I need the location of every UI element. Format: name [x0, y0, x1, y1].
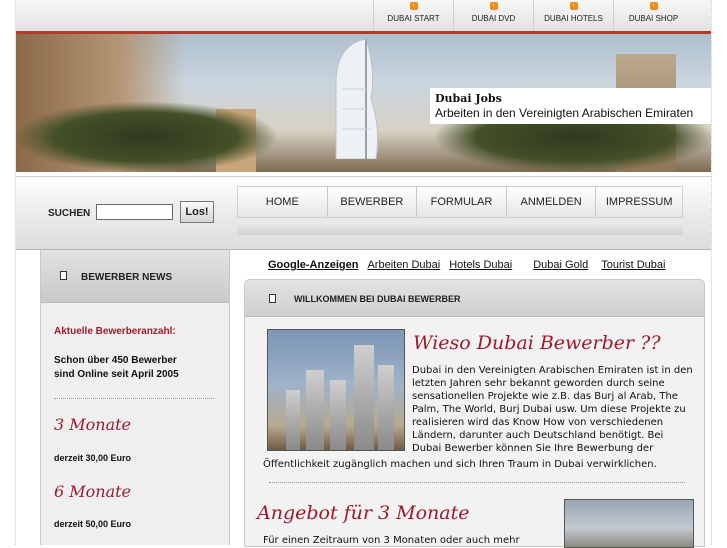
header-caption: Dubai Jobs Arbeiten in den Vereinigten A…	[430, 88, 711, 124]
main-nav: HOME BEWERBER FORMULAR ANMELDEN IMPRESSU…	[237, 186, 683, 218]
offer-text: Für einen Zeitraum von 3 Monaten oder au…	[263, 535, 520, 546]
ad-link-hotels-dubai[interactable]: Hotels Dubai	[449, 259, 512, 271]
ad-link-arbeiten-dubai[interactable]: Arbeiten Dubai	[367, 259, 440, 271]
body-text-line: sensationellen Projekte wie z.B. das Bur…	[412, 391, 678, 402]
top-nav-dubai-hotels[interactable]: › DUBAI HOTELS	[533, 0, 613, 31]
top-bar: › DUBAI START › DUBAI DVD › DUBAI HOTELS…	[16, 0, 711, 34]
dubai-skyline-image	[267, 329, 405, 451]
body-text-line: Öffentlichkeit zugänglich machen und sic…	[263, 459, 657, 470]
burj-al-arab-image	[335, 39, 379, 159]
content-title: WILLKOMMEN BEI DUBAI BEWERBER	[294, 294, 461, 304]
applicant-count-heading: Aktuelle Bewerberanzahl:	[54, 326, 176, 337]
arrow-icon: ›	[409, 2, 418, 10]
nav-anmelden[interactable]: ANMELDEN	[507, 187, 597, 217]
divider	[269, 482, 685, 483]
offer-6-months-price: derzeit 50,00 Euro	[54, 519, 132, 529]
top-nav-label: DUBAI DVD	[471, 14, 516, 23]
site-title: Dubai Jobs	[435, 92, 502, 105]
offer-heading: Angebot für 3 Monate	[257, 502, 470, 524]
arrow-icon: ›	[489, 2, 498, 10]
content-box: WILLKOMMEN BEI DUBAI BEWERBER Wieso Duba…	[244, 279, 705, 548]
applicant-count-line1: Schon über 450 Bewerber	[54, 355, 177, 366]
section-heading: Wieso Dubai Bewerber ??	[413, 332, 661, 354]
top-nav: › DUBAI START › DUBAI DVD › DUBAI HOTELS…	[373, 0, 693, 31]
offer-3-months-price: derzeit 30,00 Euro	[54, 453, 132, 463]
header-banner: Dubai Jobs Arbeiten in den Vereinigten A…	[16, 34, 711, 172]
document-icon	[269, 294, 276, 303]
search-button[interactable]: Los!	[180, 201, 214, 223]
nav-home[interactable]: HOME	[238, 187, 328, 217]
site-subtitle: Arbeiten in den Vereinigten Arabischen E…	[435, 106, 694, 120]
top-nav-label: DUBAI SHOP	[628, 14, 679, 23]
document-icon	[60, 271, 67, 280]
offer-3-months-title: 3 Monate	[54, 415, 132, 434]
body-text-line: Ländern, darunter auch Deutschland benöt…	[412, 430, 664, 441]
ad-link-dubai-gold[interactable]: Dubai Gold	[533, 259, 588, 271]
body-text-line: Dubai in den Vereinigten Arabischen Emir…	[412, 365, 693, 376]
nav-impressum[interactable]: IMPRESSUM	[596, 187, 682, 217]
sidebar-title: BEWERBER NEWS	[81, 272, 173, 283]
nav-formular[interactable]: FORMULAR	[417, 187, 507, 217]
applicant-count-line2: sind Online seit April 2005	[54, 369, 179, 380]
divider	[54, 398, 214, 399]
top-nav-label: DUBAI HOTELS	[544, 14, 603, 23]
page: › DUBAI START › DUBAI DVD › DUBAI HOTELS…	[16, 0, 711, 548]
ads-bar: Google-Anzeigen Arbeiten Dubai Hotels Du…	[268, 259, 665, 271]
top-nav-dubai-shop[interactable]: › DUBAI SHOP	[613, 0, 693, 31]
palm-trees-image	[16, 102, 276, 172]
body-text-line: Dubai Bewerber können Sie Ihre Bewerbung…	[412, 443, 654, 454]
page-margin-left	[0, 0, 16, 545]
nav-bewerber[interactable]: BEWERBER	[328, 187, 418, 217]
arrow-icon: ›	[569, 2, 578, 10]
search-input[interactable]	[96, 204, 173, 220]
top-nav-dubai-dvd[interactable]: › DUBAI DVD	[453, 0, 533, 31]
body-text-line: realisieren wird das Know How von versch…	[412, 417, 664, 428]
arrow-icon: ›	[649, 2, 658, 10]
nav-subbar	[237, 222, 683, 235]
offer-6-months-title: 6 Monate	[54, 482, 132, 501]
page-margin-right	[711, 0, 727, 545]
ads-label-link[interactable]: Google-Anzeigen	[268, 259, 358, 271]
ad-link-tourist-dubai[interactable]: Tourist Dubai	[601, 259, 665, 271]
search-label: SUCHEN	[48, 208, 91, 219]
body-text-line: letzten Jahren sehr bekannt geworden dur…	[412, 378, 665, 389]
offer-image	[564, 499, 694, 548]
sidebar: BEWERBER NEWS Aktuelle Bewerberanzahl: S…	[40, 250, 230, 545]
top-nav-label: DUBAI START	[387, 14, 440, 23]
body-text-line: Palm, The World, Burj Dubai usw. Um dies…	[412, 404, 686, 415]
top-nav-dubai-start[interactable]: › DUBAI START	[373, 0, 453, 31]
sidebar-header: BEWERBER NEWS	[41, 250, 229, 303]
content-header: WILLKOMMEN BEI DUBAI BEWERBER	[245, 280, 704, 317]
